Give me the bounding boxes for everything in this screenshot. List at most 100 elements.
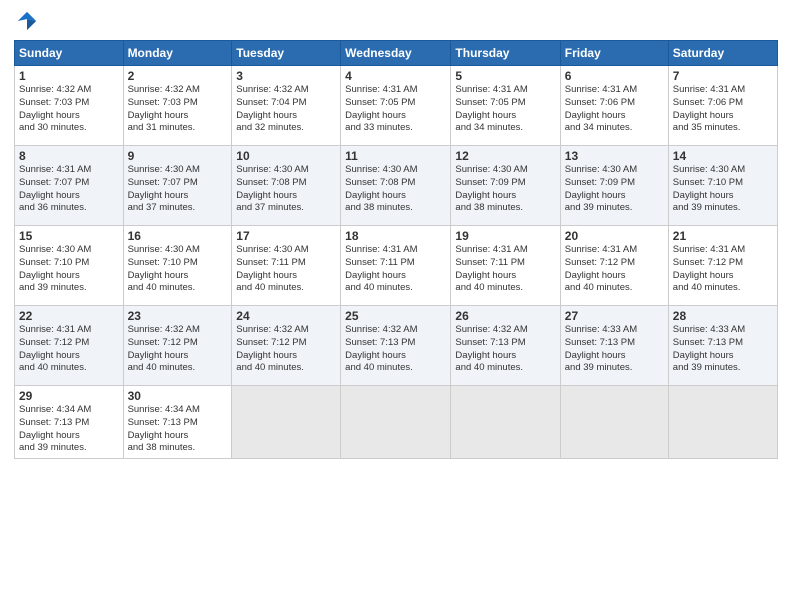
day-cell xyxy=(451,386,560,459)
day-info: Sunrise: 4:32 AMSunset: 7:13 PMDaylight … xyxy=(455,324,555,375)
day-info: Sunrise: 4:32 AMSunset: 7:03 PMDaylight … xyxy=(128,84,228,135)
calendar: SundayMondayTuesdayWednesdayThursdayFrid… xyxy=(14,40,778,459)
week-row-1: 1Sunrise: 4:32 AMSunset: 7:03 PMDaylight… xyxy=(15,66,778,146)
day-cell: 4Sunrise: 4:31 AMSunset: 7:05 PMDaylight… xyxy=(341,66,451,146)
day-cell: 11Sunrise: 4:30 AMSunset: 7:08 PMDayligh… xyxy=(341,146,451,226)
day-number: 14 xyxy=(673,149,773,163)
day-info: Sunrise: 4:31 AMSunset: 7:12 PMDaylight … xyxy=(19,324,119,375)
day-info: Sunrise: 4:31 AMSunset: 7:12 PMDaylight … xyxy=(673,244,773,295)
day-number: 20 xyxy=(565,229,664,243)
day-number: 18 xyxy=(345,229,446,243)
day-number: 13 xyxy=(565,149,664,163)
day-number: 28 xyxy=(673,309,773,323)
day-info: Sunrise: 4:32 AMSunset: 7:13 PMDaylight … xyxy=(345,324,446,375)
col-header-tuesday: Tuesday xyxy=(232,41,341,66)
day-cell xyxy=(668,386,777,459)
day-info: Sunrise: 4:31 AMSunset: 7:11 PMDaylight … xyxy=(345,244,446,295)
day-number: 26 xyxy=(455,309,555,323)
day-info: Sunrise: 4:31 AMSunset: 7:07 PMDaylight … xyxy=(19,164,119,215)
col-header-friday: Friday xyxy=(560,41,668,66)
header xyxy=(14,10,778,32)
day-info: Sunrise: 4:30 AMSunset: 7:10 PMDaylight … xyxy=(19,244,119,295)
day-cell: 23Sunrise: 4:32 AMSunset: 7:12 PMDayligh… xyxy=(123,306,232,386)
logo xyxy=(14,10,40,32)
day-number: 27 xyxy=(565,309,664,323)
day-info: Sunrise: 4:30 AMSunset: 7:10 PMDaylight … xyxy=(673,164,773,215)
day-cell: 14Sunrise: 4:30 AMSunset: 7:10 PMDayligh… xyxy=(668,146,777,226)
day-number: 17 xyxy=(236,229,336,243)
day-number: 1 xyxy=(19,69,119,83)
day-cell: 1Sunrise: 4:32 AMSunset: 7:03 PMDaylight… xyxy=(15,66,124,146)
day-number: 4 xyxy=(345,69,446,83)
day-info: Sunrise: 4:32 AMSunset: 7:12 PMDaylight … xyxy=(236,324,336,375)
day-cell: 22Sunrise: 4:31 AMSunset: 7:12 PMDayligh… xyxy=(15,306,124,386)
day-cell: 10Sunrise: 4:30 AMSunset: 7:08 PMDayligh… xyxy=(232,146,341,226)
day-cell xyxy=(560,386,668,459)
day-cell: 18Sunrise: 4:31 AMSunset: 7:11 PMDayligh… xyxy=(341,226,451,306)
day-info: Sunrise: 4:32 AMSunset: 7:12 PMDaylight … xyxy=(128,324,228,375)
day-cell: 7Sunrise: 4:31 AMSunset: 7:06 PMDaylight… xyxy=(668,66,777,146)
day-cell xyxy=(341,386,451,459)
day-info: Sunrise: 4:30 AMSunset: 7:08 PMDaylight … xyxy=(345,164,446,215)
day-info: Sunrise: 4:31 AMSunset: 7:05 PMDaylight … xyxy=(455,84,555,135)
day-info: Sunrise: 4:33 AMSunset: 7:13 PMDaylight … xyxy=(565,324,664,375)
day-info: Sunrise: 4:31 AMSunset: 7:06 PMDaylight … xyxy=(565,84,664,135)
day-cell: 26Sunrise: 4:32 AMSunset: 7:13 PMDayligh… xyxy=(451,306,560,386)
day-info: Sunrise: 4:30 AMSunset: 7:11 PMDaylight … xyxy=(236,244,336,295)
col-header-sunday: Sunday xyxy=(15,41,124,66)
day-cell: 27Sunrise: 4:33 AMSunset: 7:13 PMDayligh… xyxy=(560,306,668,386)
day-cell: 20Sunrise: 4:31 AMSunset: 7:12 PMDayligh… xyxy=(560,226,668,306)
day-number: 10 xyxy=(236,149,336,163)
day-info: Sunrise: 4:31 AMSunset: 7:06 PMDaylight … xyxy=(673,84,773,135)
day-cell: 28Sunrise: 4:33 AMSunset: 7:13 PMDayligh… xyxy=(668,306,777,386)
day-number: 6 xyxy=(565,69,664,83)
day-cell: 29Sunrise: 4:34 AMSunset: 7:13 PMDayligh… xyxy=(15,386,124,459)
day-number: 29 xyxy=(19,389,119,403)
day-number: 23 xyxy=(128,309,228,323)
day-info: Sunrise: 4:30 AMSunset: 7:09 PMDaylight … xyxy=(565,164,664,215)
logo-icon xyxy=(16,10,38,32)
day-info: Sunrise: 4:31 AMSunset: 7:05 PMDaylight … xyxy=(345,84,446,135)
day-cell xyxy=(232,386,341,459)
day-info: Sunrise: 4:32 AMSunset: 7:03 PMDaylight … xyxy=(19,84,119,135)
day-cell: 2Sunrise: 4:32 AMSunset: 7:03 PMDaylight… xyxy=(123,66,232,146)
day-cell: 16Sunrise: 4:30 AMSunset: 7:10 PMDayligh… xyxy=(123,226,232,306)
day-cell: 5Sunrise: 4:31 AMSunset: 7:05 PMDaylight… xyxy=(451,66,560,146)
col-header-wednesday: Wednesday xyxy=(341,41,451,66)
day-cell: 19Sunrise: 4:31 AMSunset: 7:11 PMDayligh… xyxy=(451,226,560,306)
day-number: 8 xyxy=(19,149,119,163)
day-cell: 15Sunrise: 4:30 AMSunset: 7:10 PMDayligh… xyxy=(15,226,124,306)
col-header-saturday: Saturday xyxy=(668,41,777,66)
day-number: 21 xyxy=(673,229,773,243)
day-number: 15 xyxy=(19,229,119,243)
day-info: Sunrise: 4:31 AMSunset: 7:11 PMDaylight … xyxy=(455,244,555,295)
day-cell: 24Sunrise: 4:32 AMSunset: 7:12 PMDayligh… xyxy=(232,306,341,386)
day-number: 24 xyxy=(236,309,336,323)
week-row-3: 15Sunrise: 4:30 AMSunset: 7:10 PMDayligh… xyxy=(15,226,778,306)
header-row: SundayMondayTuesdayWednesdayThursdayFrid… xyxy=(15,41,778,66)
day-number: 25 xyxy=(345,309,446,323)
day-cell: 25Sunrise: 4:32 AMSunset: 7:13 PMDayligh… xyxy=(341,306,451,386)
day-cell: 13Sunrise: 4:30 AMSunset: 7:09 PMDayligh… xyxy=(560,146,668,226)
day-number: 7 xyxy=(673,69,773,83)
day-cell: 3Sunrise: 4:32 AMSunset: 7:04 PMDaylight… xyxy=(232,66,341,146)
day-info: Sunrise: 4:30 AMSunset: 7:10 PMDaylight … xyxy=(128,244,228,295)
day-number: 5 xyxy=(455,69,555,83)
day-info: Sunrise: 4:30 AMSunset: 7:07 PMDaylight … xyxy=(128,164,228,215)
day-info: Sunrise: 4:30 AMSunset: 7:09 PMDaylight … xyxy=(455,164,555,215)
day-number: 3 xyxy=(236,69,336,83)
day-info: Sunrise: 4:31 AMSunset: 7:12 PMDaylight … xyxy=(565,244,664,295)
day-info: Sunrise: 4:32 AMSunset: 7:04 PMDaylight … xyxy=(236,84,336,135)
day-info: Sunrise: 4:34 AMSunset: 7:13 PMDaylight … xyxy=(19,404,119,455)
week-row-4: 22Sunrise: 4:31 AMSunset: 7:12 PMDayligh… xyxy=(15,306,778,386)
day-number: 11 xyxy=(345,149,446,163)
day-cell: 6Sunrise: 4:31 AMSunset: 7:06 PMDaylight… xyxy=(560,66,668,146)
day-info: Sunrise: 4:34 AMSunset: 7:13 PMDaylight … xyxy=(128,404,228,455)
day-cell: 8Sunrise: 4:31 AMSunset: 7:07 PMDaylight… xyxy=(15,146,124,226)
day-number: 30 xyxy=(128,389,228,403)
week-row-5: 29Sunrise: 4:34 AMSunset: 7:13 PMDayligh… xyxy=(15,386,778,459)
day-cell: 9Sunrise: 4:30 AMSunset: 7:07 PMDaylight… xyxy=(123,146,232,226)
week-row-2: 8Sunrise: 4:31 AMSunset: 7:07 PMDaylight… xyxy=(15,146,778,226)
col-header-monday: Monday xyxy=(123,41,232,66)
day-number: 9 xyxy=(128,149,228,163)
